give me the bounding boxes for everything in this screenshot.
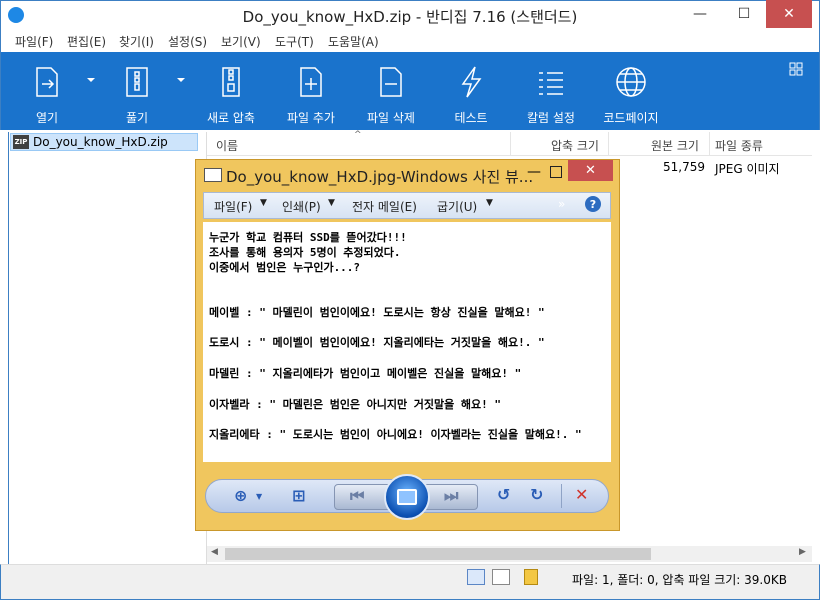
- toolbar: 열기 풀기 새로 압축 파일 추가 파일 삭제 테스트 칼럼 설정 코드페이지: [0, 52, 820, 130]
- add-file-button[interactable]: 파일 추가: [279, 52, 343, 130]
- chevron-down-icon: ▼: [260, 198, 267, 208]
- photo-viewer-icon: [204, 168, 222, 182]
- new-archive-label: 새로 압축: [207, 111, 255, 125]
- menu-file[interactable]: 파일(F): [15, 33, 53, 50]
- column-settings-label: 칼럼 설정: [527, 111, 575, 125]
- image-text-line: 조사를 통해 용의자 5명이 추정되었다.: [209, 246, 401, 259]
- rotate-clockwise-icon[interactable]: ↻: [530, 485, 543, 504]
- column-original-size[interactable]: 원본 크기: [651, 137, 699, 154]
- codepage-button[interactable]: 코드페이지: [599, 52, 663, 130]
- archive-info-icon[interactable]: [524, 569, 538, 585]
- column-name[interactable]: 이름: [216, 137, 238, 154]
- file-type-value: JPEG 이미지: [715, 162, 780, 176]
- chevron-down-icon: ▼: [328, 198, 335, 208]
- zoom-icon[interactable]: ⊕: [234, 486, 247, 505]
- test-label: 테스트: [454, 111, 488, 125]
- tree-item-label: Do_you_know_HxD.zip: [33, 135, 168, 149]
- viewer-maximize-button[interactable]: [550, 166, 562, 178]
- image-text-line: 지올리에타 : " 도로시는 범인이 아니에요! 이자벨라는 진실을 말해요!.…: [209, 428, 582, 441]
- scrollbar-thumb[interactable]: [225, 548, 651, 560]
- column-divider[interactable]: [510, 132, 511, 156]
- maximize-button[interactable]: ☐: [722, 0, 766, 28]
- viewer-menu-burn[interactable]: 굽기(U): [437, 198, 477, 215]
- control-separator: [561, 484, 562, 508]
- extract-button[interactable]: 풀기: [105, 52, 169, 130]
- menu-find[interactable]: 찾기(I): [119, 33, 154, 50]
- delete-file-label: 파일 삭제: [367, 111, 415, 125]
- add-file-icon: [300, 67, 322, 97]
- extract-icon: [126, 67, 148, 97]
- zip-file-icon: ZIP: [13, 135, 29, 149]
- thumbnail-view-icon[interactable]: [492, 569, 510, 585]
- viewer-menu-file[interactable]: 파일(F): [214, 198, 252, 215]
- viewer-close-button[interactable]: ✕: [568, 160, 613, 181]
- open-icon: [36, 67, 58, 97]
- image-text-line: 도로시 : " 메이벨이 범인이에요! 지올리에타는 거짓말을 해요!. ": [209, 336, 545, 349]
- add-file-label: 파일 추가: [287, 111, 335, 125]
- next-icon[interactable]: ⏭: [444, 486, 458, 506]
- extract-dropdown-icon[interactable]: [177, 78, 185, 82]
- status-text: 파일: 1, 폴더: 0, 압축 파일 크기: 39.0KB: [572, 573, 787, 587]
- viewer-menu-print[interactable]: 인쇄(P): [282, 198, 321, 215]
- new-archive-button[interactable]: 새로 압축: [199, 52, 263, 130]
- open-button[interactable]: 열기: [15, 52, 79, 130]
- lightning-icon: [461, 66, 482, 98]
- menu-settings[interactable]: 설정(S): [168, 33, 207, 50]
- original-size-value: 51,759: [663, 160, 705, 174]
- layout-grid-icon[interactable]: [789, 62, 803, 76]
- column-divider[interactable]: [709, 132, 710, 156]
- viewer-overflow-icon[interactable]: »: [558, 197, 565, 211]
- slideshow-icon: [397, 489, 417, 505]
- new-archive-icon: [222, 67, 240, 97]
- delete-icon[interactable]: ✕: [575, 485, 588, 504]
- test-button[interactable]: 테스트: [439, 52, 503, 130]
- photo-viewer-title: Do_you_know_HxD.jpg-Windows 사진 뷰...: [226, 168, 534, 186]
- rotate-counterclockwise-icon[interactable]: ↺: [497, 485, 510, 504]
- menu-tools[interactable]: 도구(T): [275, 33, 314, 50]
- actual-size-icon[interactable]: ⊞: [292, 486, 305, 505]
- globe-icon: [616, 67, 646, 97]
- viewer-menu-email[interactable]: 전자 메일(E): [352, 198, 417, 215]
- folder-tree: [8, 132, 204, 566]
- open-label: 열기: [35, 111, 59, 125]
- image-text-line: 이자벨라 : " 마델린은 범인은 아니지만 거짓말을 해요! ": [209, 398, 501, 411]
- help-icon[interactable]: ?: [585, 196, 601, 212]
- image-text-line: 마델린 : " 지올리에타가 범인이고 메이벨은 진실을 말해요! ": [209, 367, 522, 380]
- scroll-left-icon[interactable]: ◀: [211, 547, 218, 557]
- details-view-icon[interactable]: [467, 569, 485, 585]
- menu-edit[interactable]: 편집(E): [67, 33, 106, 50]
- previous-icon[interactable]: ⏮: [350, 486, 364, 506]
- menu-bar: 파일(F) 편집(E) 찾기(I) 설정(S) 보기(V) 도구(T) 도움말(…: [0, 30, 820, 52]
- sort-ascending-icon: ^: [354, 130, 362, 140]
- delete-file-button[interactable]: 파일 삭제: [359, 52, 423, 130]
- column-divider[interactable]: [608, 132, 609, 156]
- menu-view[interactable]: 보기(V): [221, 33, 261, 50]
- scroll-right-icon[interactable]: ▶: [799, 547, 806, 557]
- extract-label: 풀기: [125, 111, 149, 125]
- list-columns-icon: [539, 72, 563, 95]
- image-text-line: 메이벨 : " 마델린이 범인이에요! 도로시는 항상 진실을 말해요! ": [209, 306, 545, 319]
- close-button[interactable]: ✕: [766, 0, 812, 28]
- delete-file-icon: [380, 67, 402, 97]
- open-dropdown-icon[interactable]: [87, 78, 95, 82]
- minimize-button[interactable]: —: [678, 0, 722, 28]
- viewer-minimize-button[interactable]: —: [527, 164, 541, 180]
- menu-help[interactable]: 도움말(A): [328, 33, 379, 50]
- chevron-down-icon: ▼: [486, 198, 493, 208]
- image-text-line: 누군가 학교 컴퓨터 SSD를 뜯어갔다!!!: [209, 231, 407, 244]
- codepage-label: 코드페이지: [603, 111, 659, 125]
- column-file-type[interactable]: 파일 종류: [715, 137, 763, 154]
- column-settings-button[interactable]: 칼럼 설정: [519, 52, 583, 130]
- column-compressed-size[interactable]: 압축 크기: [551, 137, 599, 154]
- zoom-dropdown-icon[interactable]: ▼: [256, 492, 262, 501]
- image-text-line: 이중에서 범인은 누구인가...?: [209, 261, 361, 274]
